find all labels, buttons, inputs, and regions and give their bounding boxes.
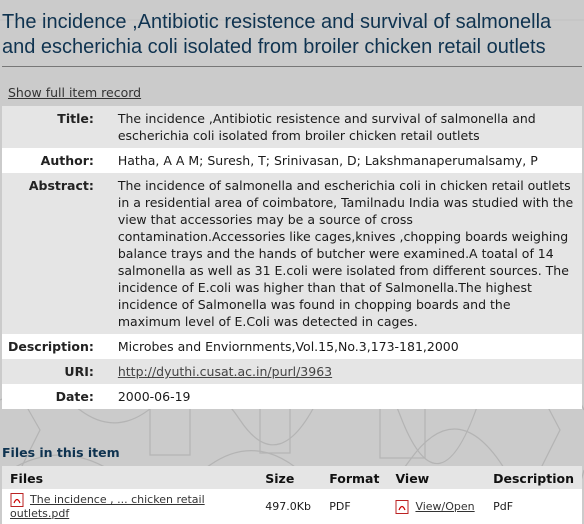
metadata-label: Author:: [2, 148, 112, 173]
metadata-label: Title:: [2, 106, 112, 148]
show-full-record-link[interactable]: Show full item record: [8, 85, 584, 103]
file-size: 497.0Kb: [257, 489, 322, 524]
metadata-row-uri: URI: http://dyuthi.cusat.ac.in/purl/3963: [2, 359, 582, 384]
metadata-value-description: Microbes and Enviornments,Vol.15,No.3,17…: [111, 334, 582, 359]
file-name-cell: The incidence , ... chicken retail outle…: [2, 489, 258, 524]
file-row: The incidence , ... chicken retail outle…: [2, 489, 582, 524]
metadata-value-uri-cell: http://dyuthi.cusat.ac.in/purl/3963: [111, 359, 582, 384]
metadata-label: Abstract:: [2, 173, 112, 334]
files-header-row: Files Size Format View Description: [2, 466, 582, 489]
pdf-icon[interactable]: [395, 499, 409, 514]
files-table: Files Size Format View Description The i…: [2, 466, 582, 524]
metadata-label: Description:: [2, 334, 112, 359]
page-content: The incidence ,Antibiotic resistence and…: [0, 0, 584, 524]
metadata-label: URI:: [2, 359, 112, 384]
metadata-row-date: Date: 2000-06-19: [2, 384, 582, 409]
files-col-header: View: [387, 466, 486, 489]
metadata-value-author: Hatha, A A M; Suresh, T; Srinivasan, D; …: [111, 148, 582, 173]
title-divider: [2, 66, 582, 67]
page-title: The incidence ,Antibiotic resistence and…: [2, 11, 552, 58]
file-format: PDF: [321, 489, 388, 524]
metadata-value-date: 2000-06-19: [111, 384, 582, 409]
metadata-row-author: Author: Hatha, A A M; Suresh, T; Sriniva…: [2, 148, 582, 173]
file-description: PdF: [485, 489, 582, 524]
pdf-icon: [10, 493, 24, 507]
metadata-row-title: Title: The incidence ,Antibiotic resiste…: [2, 106, 582, 148]
metadata-value-title: The incidence ,Antibiotic resistence and…: [111, 106, 582, 148]
metadata-table: Title: The incidence ,Antibiotic resiste…: [2, 106, 582, 409]
metadata-row-abstract: Abstract: The incidence of salmonella an…: [2, 173, 582, 334]
view-open-link[interactable]: View/Open: [415, 500, 474, 513]
files-col-header: Description: [485, 466, 582, 489]
files-col-header: Format: [321, 466, 388, 489]
files-col-header: Files: [2, 466, 258, 489]
files-heading: Files in this item: [2, 445, 120, 460]
metadata-row-description: Description: Microbes and Enviornments,V…: [2, 334, 582, 359]
metadata-label: Date:: [2, 384, 112, 409]
uri-link[interactable]: http://dyuthi.cusat.ac.in/purl/3963: [118, 364, 332, 379]
metadata-value-abstract: The incidence of salmonella and escheric…: [111, 173, 582, 334]
files-col-header: Size: [257, 466, 322, 489]
file-view-cell: View/Open: [387, 489, 486, 524]
file-name-link[interactable]: The incidence , ... chicken retail outle…: [10, 493, 205, 520]
